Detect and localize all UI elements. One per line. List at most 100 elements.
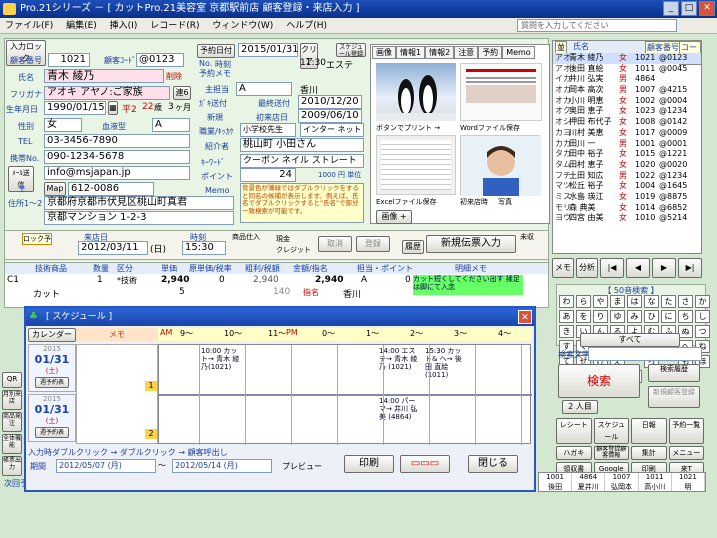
customer-code-field[interactable]: @0123 [136,53,184,67]
order-button[interactable]: 商品発注 [2,412,22,432]
customer-list-row[interactable]: カヨ 川村 美恵女 1017 @0009 [553,128,701,139]
help-search-input[interactable]: 質問を入力してください [517,19,677,32]
kana-button[interactable]: り [593,310,608,323]
mail-field[interactable]: info@msjapan.jp [44,166,190,180]
new-customer-button[interactable]: 新規顧客登録 [648,386,700,408]
maximize-button[interactable]: □ [681,1,697,16]
customer-info-button[interactable]: 顧客登録顧客情報 [593,446,629,460]
next-reservation-cell[interactable]: 弘岡本 [605,482,639,491]
calendar-button[interactable]: カレンダー [28,328,76,342]
mobile-field[interactable]: 090-1234-5678 [44,150,190,164]
prev-record-button[interactable]: ◀ [626,258,650,278]
appointment-3[interactable]: 15:30 カット& ヘ→ 後田 直絵 (1011) [425,347,465,379]
intro-field[interactable]: 桃山町 小田さん [240,138,364,152]
history-button[interactable]: 履歴 [402,240,424,254]
penguin-photo[interactable] [376,63,456,121]
dm-date-field[interactable]: 2010/12/20 [298,95,362,109]
next-record-button[interactable]: ▶ [652,258,676,278]
schedule-grid[interactable]: 10:00 カット→ 青木 綾乃(1021) 14:00 エステ→ 青木 綾乃 … [158,344,532,445]
summary-button[interactable]: 集計 [631,446,667,460]
day1-week-button[interactable]: 週予約表 [35,377,69,388]
first-visit-photo-button[interactable]: 初来店時 [460,197,488,207]
analysis-button[interactable]: 分析 [576,258,598,278]
appointment-2[interactable]: 14:00 エステ→ 青木 綾乃 (1021) [379,347,419,371]
customer-list-row[interactable]: フチ 土田 知広男 1022 @1234 [553,171,701,182]
qr-button[interactable]: QR [2,372,22,388]
appointment-1[interactable]: 10:00 カット→ 青木 綾乃(1021) [201,347,241,371]
next-reservation-cell[interactable]: 1007 [605,473,639,482]
post-field[interactable]: 612-0086 [68,182,154,196]
next-reservation-cell[interactable]: 4864 [572,473,606,482]
address2-field[interactable]: 京都マンション 1-2-3 [44,211,234,225]
tab-memo[interactable]: Memo [502,46,535,59]
receipt-button[interactable]: レシート [556,418,592,444]
menu-file[interactable]: ファイル(F) [0,18,58,34]
source-select[interactable]: インター ネット [300,123,364,137]
customer-list-row[interactable]: オシ 押田 布代子女 1008 @0142 [553,117,701,128]
memo-button[interactable]: メモ [552,258,574,278]
postcard-button[interactable]: ハガキ [556,446,592,460]
menu-help[interactable]: ヘルプ(H) [281,18,332,34]
kana-button[interactable]: つ [695,325,710,338]
monthly-visit-button[interactable]: 月別来店 [2,390,22,410]
word-document-thumbnail[interactable] [460,63,542,121]
period-from-field[interactable]: 2012/05/07 (月) [56,459,156,473]
slip-row1-kind[interactable]: *技術 [117,275,137,286]
add-image-button[interactable]: 画像 + [376,210,412,224]
slip-row1-point[interactable]: 0 [405,275,411,285]
unpaid-checkbox[interactable]: 未収 [520,232,534,242]
customer-list-row[interactable]: オカ 小川 明恵女 1002 @0004 [553,96,701,107]
last-record-button[interactable]: ▶| [678,258,702,278]
day2-week-button[interactable]: 週予約表 [35,427,69,438]
kana-button[interactable]: た [661,295,676,308]
slip-row2-qty[interactable]: 5 [179,287,185,297]
slip-row1-price[interactable]: 2,940 [161,275,189,285]
excel-save-button[interactable]: Excelファイル保存 [376,197,437,207]
next-reservation-cell[interactable]: 1011 [639,473,672,482]
slip-row1-item[interactable]: C1 [7,275,19,285]
excel-thumbnail[interactable] [376,135,456,195]
tab-info1[interactable]: 情報1 [396,46,426,59]
minimize-button[interactable]: _ [663,1,679,16]
next-reservation-cell[interactable]: 1021 [672,473,706,482]
schedule-close-button[interactable]: 閉じる [468,455,518,473]
kana-button[interactable]: し [695,310,710,323]
day2-cell[interactable]: 2015 01/31 (土) 週予約表 [28,394,76,442]
kana-button[interactable]: わ [559,295,574,308]
customer-list-row[interactable]: ミス 水島 瑛江女 1019 @8875 [553,192,701,203]
customer-list-row[interactable]: イカ 井川 弘実男 4864 [553,74,701,85]
slip-row1-memo[interactable]: カット短くしてください出す 揉足は脚にて入念 [413,275,523,295]
menu-window[interactable]: ウィンドウ(W) [207,18,278,34]
customer-list-row[interactable]: オク 奥田 恵子女 1023 @1234 [553,106,701,117]
kana-button[interactable]: に [661,310,676,323]
sex-select[interactable]: 女 [44,118,82,132]
customer-list-row[interactable]: アオ 後田 直絵女 1011 @0045 [553,64,701,75]
calendar-icon[interactable]: ▦ [108,101,118,115]
tab-caution[interactable]: 注意 [454,46,479,59]
visit-date-field[interactable]: 2012/03/11 [78,241,148,255]
schedule-register-button[interactable]: スケジュール登録 [336,43,366,58]
kana-button[interactable]: は [627,295,642,308]
birth-field[interactable]: 1990/01/15 [44,101,106,115]
point-field[interactable]: 24 [240,168,296,182]
next-reservation-cell[interactable]: 後田 [539,482,573,491]
search-button[interactable]: 検索 [558,364,640,398]
customer-list-row[interactable]: オカ 岡本 高次男 1007 @4215 [553,85,701,96]
slip-row1-qty[interactable]: 1 [97,275,103,285]
customer-list-row[interactable]: マツ 松丘 裕子女 1004 @1645 [553,181,701,192]
all-functions-button[interactable]: 全体機能 [2,434,22,454]
customer-list-row[interactable]: アオ 青木 綾乃女 1021 @0123 [553,53,701,64]
schedule-close-icon[interactable]: ✕ [518,310,532,324]
customer-list-row[interactable]: カカ 田川 一男 1001 @0001 [553,139,701,150]
daily-report-button[interactable]: 日報 [631,418,667,444]
kana-button[interactable]: な [644,295,659,308]
kana-button[interactable]: き [559,325,574,338]
day1-cell[interactable]: 2015 01/31 (土) 週予約表 [28,344,76,392]
next-reservation-cell[interactable]: 高小川 [639,482,672,491]
customer-photo[interactable] [460,135,541,196]
slip-row2-nomination[interactable]: 指名 [303,287,319,298]
next-reservation-cell[interactable]: 夏井川 [572,482,606,491]
print-button[interactable]: ボタンでプリント → [376,123,440,133]
appointment-4[interactable]: 14:00 パーマ→ 井川 弘美 (4864) [379,397,419,421]
slip-row2-staff[interactable]: 香川 [343,287,361,300]
